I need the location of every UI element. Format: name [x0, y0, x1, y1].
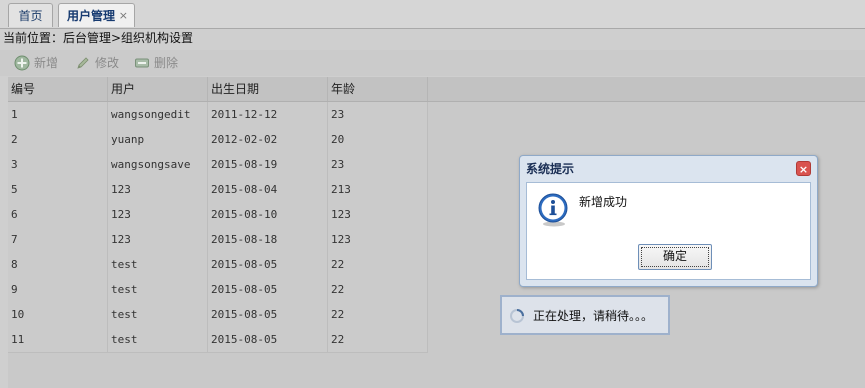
column-header-age[interactable]: 年龄 — [328, 77, 428, 101]
ok-button[interactable]: 确定 — [638, 244, 712, 270]
dialog-close-icon[interactable]: × — [796, 161, 811, 176]
table-row[interactable]: 2 yuanp 2012-02-02 20 — [8, 127, 428, 153]
cell-user: test — [108, 277, 208, 302]
table-row[interactable]: 7 123 2015-08-18 123 — [8, 227, 428, 253]
spinner-icon — [510, 309, 524, 323]
delete-icon — [135, 58, 149, 68]
cell-id: 9 — [8, 277, 108, 302]
cell-user: wangsongedit — [108, 102, 208, 127]
cell-birthdate: 2015-08-05 — [208, 327, 328, 352]
edit-button-label: 修改 — [95, 56, 120, 70]
cell-id: 8 — [8, 252, 108, 277]
delete-button-label: 删除 — [154, 56, 179, 70]
cell-age: 22 — [328, 327, 428, 352]
add-button[interactable]: 新增 — [14, 54, 58, 72]
table-row[interactable]: 9 test 2015-08-05 22 — [8, 277, 428, 303]
cell-age: 20 — [328, 127, 428, 152]
column-header-birthdate[interactable]: 出生日期 — [208, 77, 328, 101]
cell-id: 11 — [8, 327, 108, 352]
cell-id: 3 — [8, 152, 108, 177]
tab-user-management-label: 用户管理 — [67, 9, 116, 23]
dialog-title: 系统提示 — [526, 162, 575, 176]
tab-user-management[interactable]: 用户管理 × — [58, 3, 135, 27]
dialog-body: 新增成功 确定 — [526, 182, 811, 280]
cell-age: 123 — [328, 202, 428, 227]
cell-age: 213 — [328, 177, 428, 202]
cell-age: 123 — [328, 227, 428, 252]
cell-birthdate: 2015-08-19 — [208, 152, 328, 177]
cell-id: 2 — [8, 127, 108, 152]
cell-birthdate: 2015-08-05 — [208, 252, 328, 277]
cell-user: yuanp — [108, 127, 208, 152]
cell-id: 1 — [8, 102, 108, 127]
cell-age: 23 — [328, 102, 428, 127]
add-icon — [14, 55, 30, 71]
pencil-icon — [77, 57, 89, 69]
dialog-message: 新增成功 — [579, 195, 628, 209]
cell-age: 23 — [328, 152, 428, 177]
cell-birthdate: 2015-08-05 — [208, 302, 328, 327]
breadcrumb: 当前位置：后台管理>组织机构设置 — [3, 31, 194, 45]
tab-close-icon[interactable]: × — [119, 4, 128, 28]
add-button-label: 新增 — [34, 56, 59, 70]
cell-age: 22 — [328, 302, 428, 327]
cell-birthdate: 2015-08-04 — [208, 177, 328, 202]
cell-id: 7 — [8, 227, 108, 252]
cell-id: 6 — [8, 202, 108, 227]
cell-user: test — [108, 327, 208, 352]
cell-user: 123 — [108, 202, 208, 227]
toolbar: 新增 修改 删除 — [0, 50, 865, 76]
cell-user: 123 — [108, 177, 208, 202]
table-row[interactable]: 8 test 2015-08-05 22 — [8, 252, 428, 278]
cell-user: test — [108, 302, 208, 327]
tab-home[interactable]: 首页 — [8, 3, 53, 27]
table-header: 编号 用户 出生日期 年龄 — [8, 77, 865, 102]
table-row[interactable]: 11 test 2015-08-05 22 — [8, 327, 428, 353]
system-message-dialog: 系统提示 × 新增成功 确定 — [519, 155, 818, 287]
cell-birthdate: 2015-08-05 — [208, 277, 328, 302]
info-icon — [538, 193, 568, 227]
table-row[interactable]: 1 wangsongedit 2011-12-12 23 — [8, 102, 428, 128]
delete-button[interactable]: 删除 — [134, 54, 178, 72]
cell-age: 22 — [328, 277, 428, 302]
edit-button[interactable]: 修改 — [75, 54, 119, 72]
cell-id: 5 — [8, 177, 108, 202]
cell-birthdate: 2011-12-12 — [208, 102, 328, 127]
cell-birthdate: 2015-08-10 — [208, 202, 328, 227]
table-row[interactable]: 6 123 2015-08-10 123 — [8, 202, 428, 228]
column-header-id[interactable]: 编号 — [8, 77, 108, 101]
loading-text: 正在处理，请稍待。。。 — [533, 309, 654, 323]
table-row[interactable]: 3 wangsongsave 2015-08-19 23 — [8, 152, 428, 178]
cell-user: wangsongsave — [108, 152, 208, 177]
loading-indicator: 正在处理，请稍待。。。 — [500, 295, 670, 335]
table-row[interactable]: 10 test 2015-08-05 22 — [8, 302, 428, 328]
cell-age: 22 — [328, 252, 428, 277]
cell-birthdate: 2012-02-02 — [208, 127, 328, 152]
column-header-user[interactable]: 用户 — [108, 77, 208, 101]
tab-home-label: 首页 — [18, 9, 43, 23]
cell-user: 123 — [108, 227, 208, 252]
cell-birthdate: 2015-08-18 — [208, 227, 328, 252]
table-row[interactable]: 5 123 2015-08-04 213 — [8, 177, 428, 203]
cell-user: test — [108, 252, 208, 277]
cell-id: 10 — [8, 302, 108, 327]
tab-bar: 首页 用户管理 × — [0, 0, 865, 29]
